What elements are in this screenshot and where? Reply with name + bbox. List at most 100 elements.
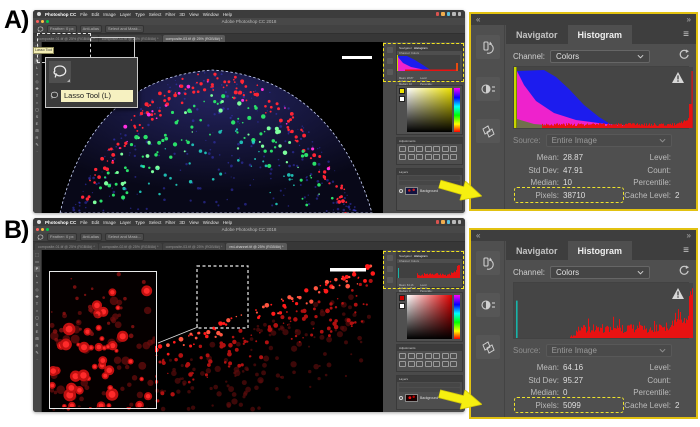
menu-item-help[interactable]: Help: [223, 220, 232, 225]
layer-visibility-icon[interactable]: [399, 396, 403, 400]
tool-button[interactable]: ✚: [34, 294, 40, 300]
adjustment-icon[interactable]: [408, 146, 415, 152]
adjustment-icon[interactable]: [425, 361, 432, 367]
menu-item-window[interactable]: Window: [203, 220, 219, 225]
menubar-status-icons[interactable]: [436, 12, 462, 16]
adjustment-icon[interactable]: [425, 146, 432, 152]
tool-button[interactable]: L: [34, 273, 40, 279]
tool-button[interactable]: ⊞: [34, 336, 40, 342]
tool-button[interactable]: ⬚: [34, 252, 40, 258]
tool-button[interactable]: +: [34, 280, 40, 286]
tab-navigator[interactable]: Navigator: [506, 25, 568, 44]
color-picker-panel[interactable]: [396, 292, 463, 342]
tool-button[interactable]: S: [34, 322, 40, 328]
option-control[interactable]: Select and Mask...: [105, 233, 144, 241]
tool-button[interactable]: S: [34, 114, 40, 120]
tool-button[interactable]: ·: [34, 149, 40, 155]
menu-item-layer[interactable]: Layer: [120, 220, 131, 225]
tool-button[interactable]: L: [34, 65, 40, 71]
document-tab[interactable]: composite-03.tif @ 25% (RGB/8#) *: [163, 35, 226, 42]
canvas-b[interactable]: [42, 250, 383, 412]
option-control[interactable]: Anti-alias: [80, 25, 102, 33]
tab-histogram[interactable]: Histogram: [568, 25, 633, 44]
apple-menu-icon[interactable]: [37, 220, 41, 224]
menu-item-edit[interactable]: Edit: [92, 220, 100, 225]
collapse-dock-icon[interactable]: «: [476, 14, 480, 25]
adjustment-icon[interactable]: [450, 361, 457, 367]
tool-button[interactable]: R: [34, 135, 40, 141]
menu-item-type[interactable]: Type: [135, 12, 145, 17]
adjustment-icon[interactable]: [433, 154, 440, 160]
panel-menu-icon[interactable]: ≡: [676, 25, 696, 44]
menu-item-help[interactable]: Help: [223, 12, 232, 17]
tool-button[interactable]: ○: [34, 100, 40, 106]
adjustment-icon[interactable]: [416, 353, 423, 359]
tool-button[interactable]: ◻: [34, 107, 40, 113]
adjustment-icon[interactable]: [399, 353, 406, 359]
adjustment-icon[interactable]: [433, 353, 440, 359]
adjustment-icon[interactable]: [399, 146, 406, 152]
menu-item-photoshop-cc[interactable]: Photoshop CC: [45, 220, 76, 225]
refresh-histogram-icon[interactable]: [678, 47, 689, 65]
tool-button[interactable]: E: [34, 329, 40, 335]
adjustment-icon[interactable]: [442, 361, 449, 367]
menu-item-photoshop-cc[interactable]: Photoshop CC: [45, 12, 76, 17]
menu-item-file[interactable]: File: [80, 12, 87, 17]
adjustment-icon[interactable]: [416, 146, 423, 152]
layer-visibility-icon[interactable]: [399, 189, 403, 193]
tool-button[interactable]: +: [34, 72, 40, 78]
adjustment-icon[interactable]: [433, 146, 440, 152]
adjustment-icon[interactable]: [433, 361, 440, 367]
menu-item-type[interactable]: Type: [135, 220, 145, 225]
saturation-square[interactable]: [407, 295, 452, 339]
foreground-swatch[interactable]: [399, 295, 405, 301]
tool-button[interactable]: E: [34, 121, 40, 127]
channel-select[interactable]: Colors: [550, 50, 650, 63]
tool-button[interactable]: ·: [34, 357, 40, 363]
background-swatch[interactable]: [399, 96, 405, 102]
tool-button[interactable]: ◇: [34, 79, 40, 85]
lasso-tool-button[interactable]: [49, 61, 71, 83]
tool-button[interactable]: ○: [34, 308, 40, 314]
lasso-menu-item[interactable]: Lasso Tool (L): [50, 89, 133, 102]
adjustment-icon[interactable]: [442, 353, 449, 359]
adjustment-icon[interactable]: [425, 353, 432, 359]
adjustment-icon[interactable]: [450, 154, 457, 160]
adjustment-icon[interactable]: [442, 154, 449, 160]
refresh-histogram-icon[interactable]: [678, 263, 689, 281]
document-tab[interactable]: composite-02.tif @ 25% (RGB/8#) *: [99, 243, 162, 250]
saturation-square[interactable]: [407, 88, 452, 132]
adjustment-icon[interactable]: [399, 361, 406, 367]
option-control[interactable]: Select and Mask...: [105, 25, 144, 33]
adjustment-icon[interactable]: [408, 154, 415, 160]
tool-button[interactable]: P: [34, 266, 40, 272]
option-control[interactable]: Feather: 0 px: [47, 233, 77, 241]
adjustment-icon[interactable]: [450, 353, 457, 359]
tab-histogram[interactable]: Histogram: [568, 241, 633, 260]
tool-button[interactable]: R: [34, 343, 40, 349]
option-control[interactable]: Anti-alias: [80, 233, 102, 241]
collapse-dock-icon[interactable]: «: [476, 230, 480, 241]
document-tab[interactable]: composite-01.tif @ 25% (RGB/8#) *: [35, 243, 98, 250]
history-panel-icon[interactable]: [476, 251, 500, 275]
source-select[interactable]: Entire Image: [546, 134, 672, 147]
adjustments-panel-icon[interactable]: [476, 77, 500, 101]
menu-item-3d[interactable]: 3D: [179, 220, 185, 225]
menu-item-window[interactable]: Window: [203, 12, 219, 17]
tool-button[interactable]: T: [34, 93, 40, 99]
menubar-status-icons[interactable]: [436, 220, 462, 224]
menu-item-layer[interactable]: Layer: [120, 12, 131, 17]
menu-item-select[interactable]: Select: [149, 12, 162, 17]
cached-data-warning-icon[interactable]: [672, 70, 684, 88]
tool-button[interactable]: ✚: [34, 86, 40, 92]
channel-select[interactable]: Colors: [550, 266, 650, 279]
tool-button[interactable]: ⊞: [34, 128, 40, 134]
adjustment-icon[interactable]: [442, 146, 449, 152]
document-tab[interactable]: red-channel.tif @ 25% (RGB/8#) *: [226, 243, 286, 250]
background-swatch[interactable]: [399, 303, 405, 309]
adjustment-icon[interactable]: [416, 154, 423, 160]
adjustment-icon[interactable]: [416, 361, 423, 367]
menu-item-select[interactable]: Select: [149, 220, 162, 225]
menu-item-view[interactable]: View: [189, 220, 199, 225]
tab-navigator[interactable]: Navigator: [506, 241, 568, 260]
